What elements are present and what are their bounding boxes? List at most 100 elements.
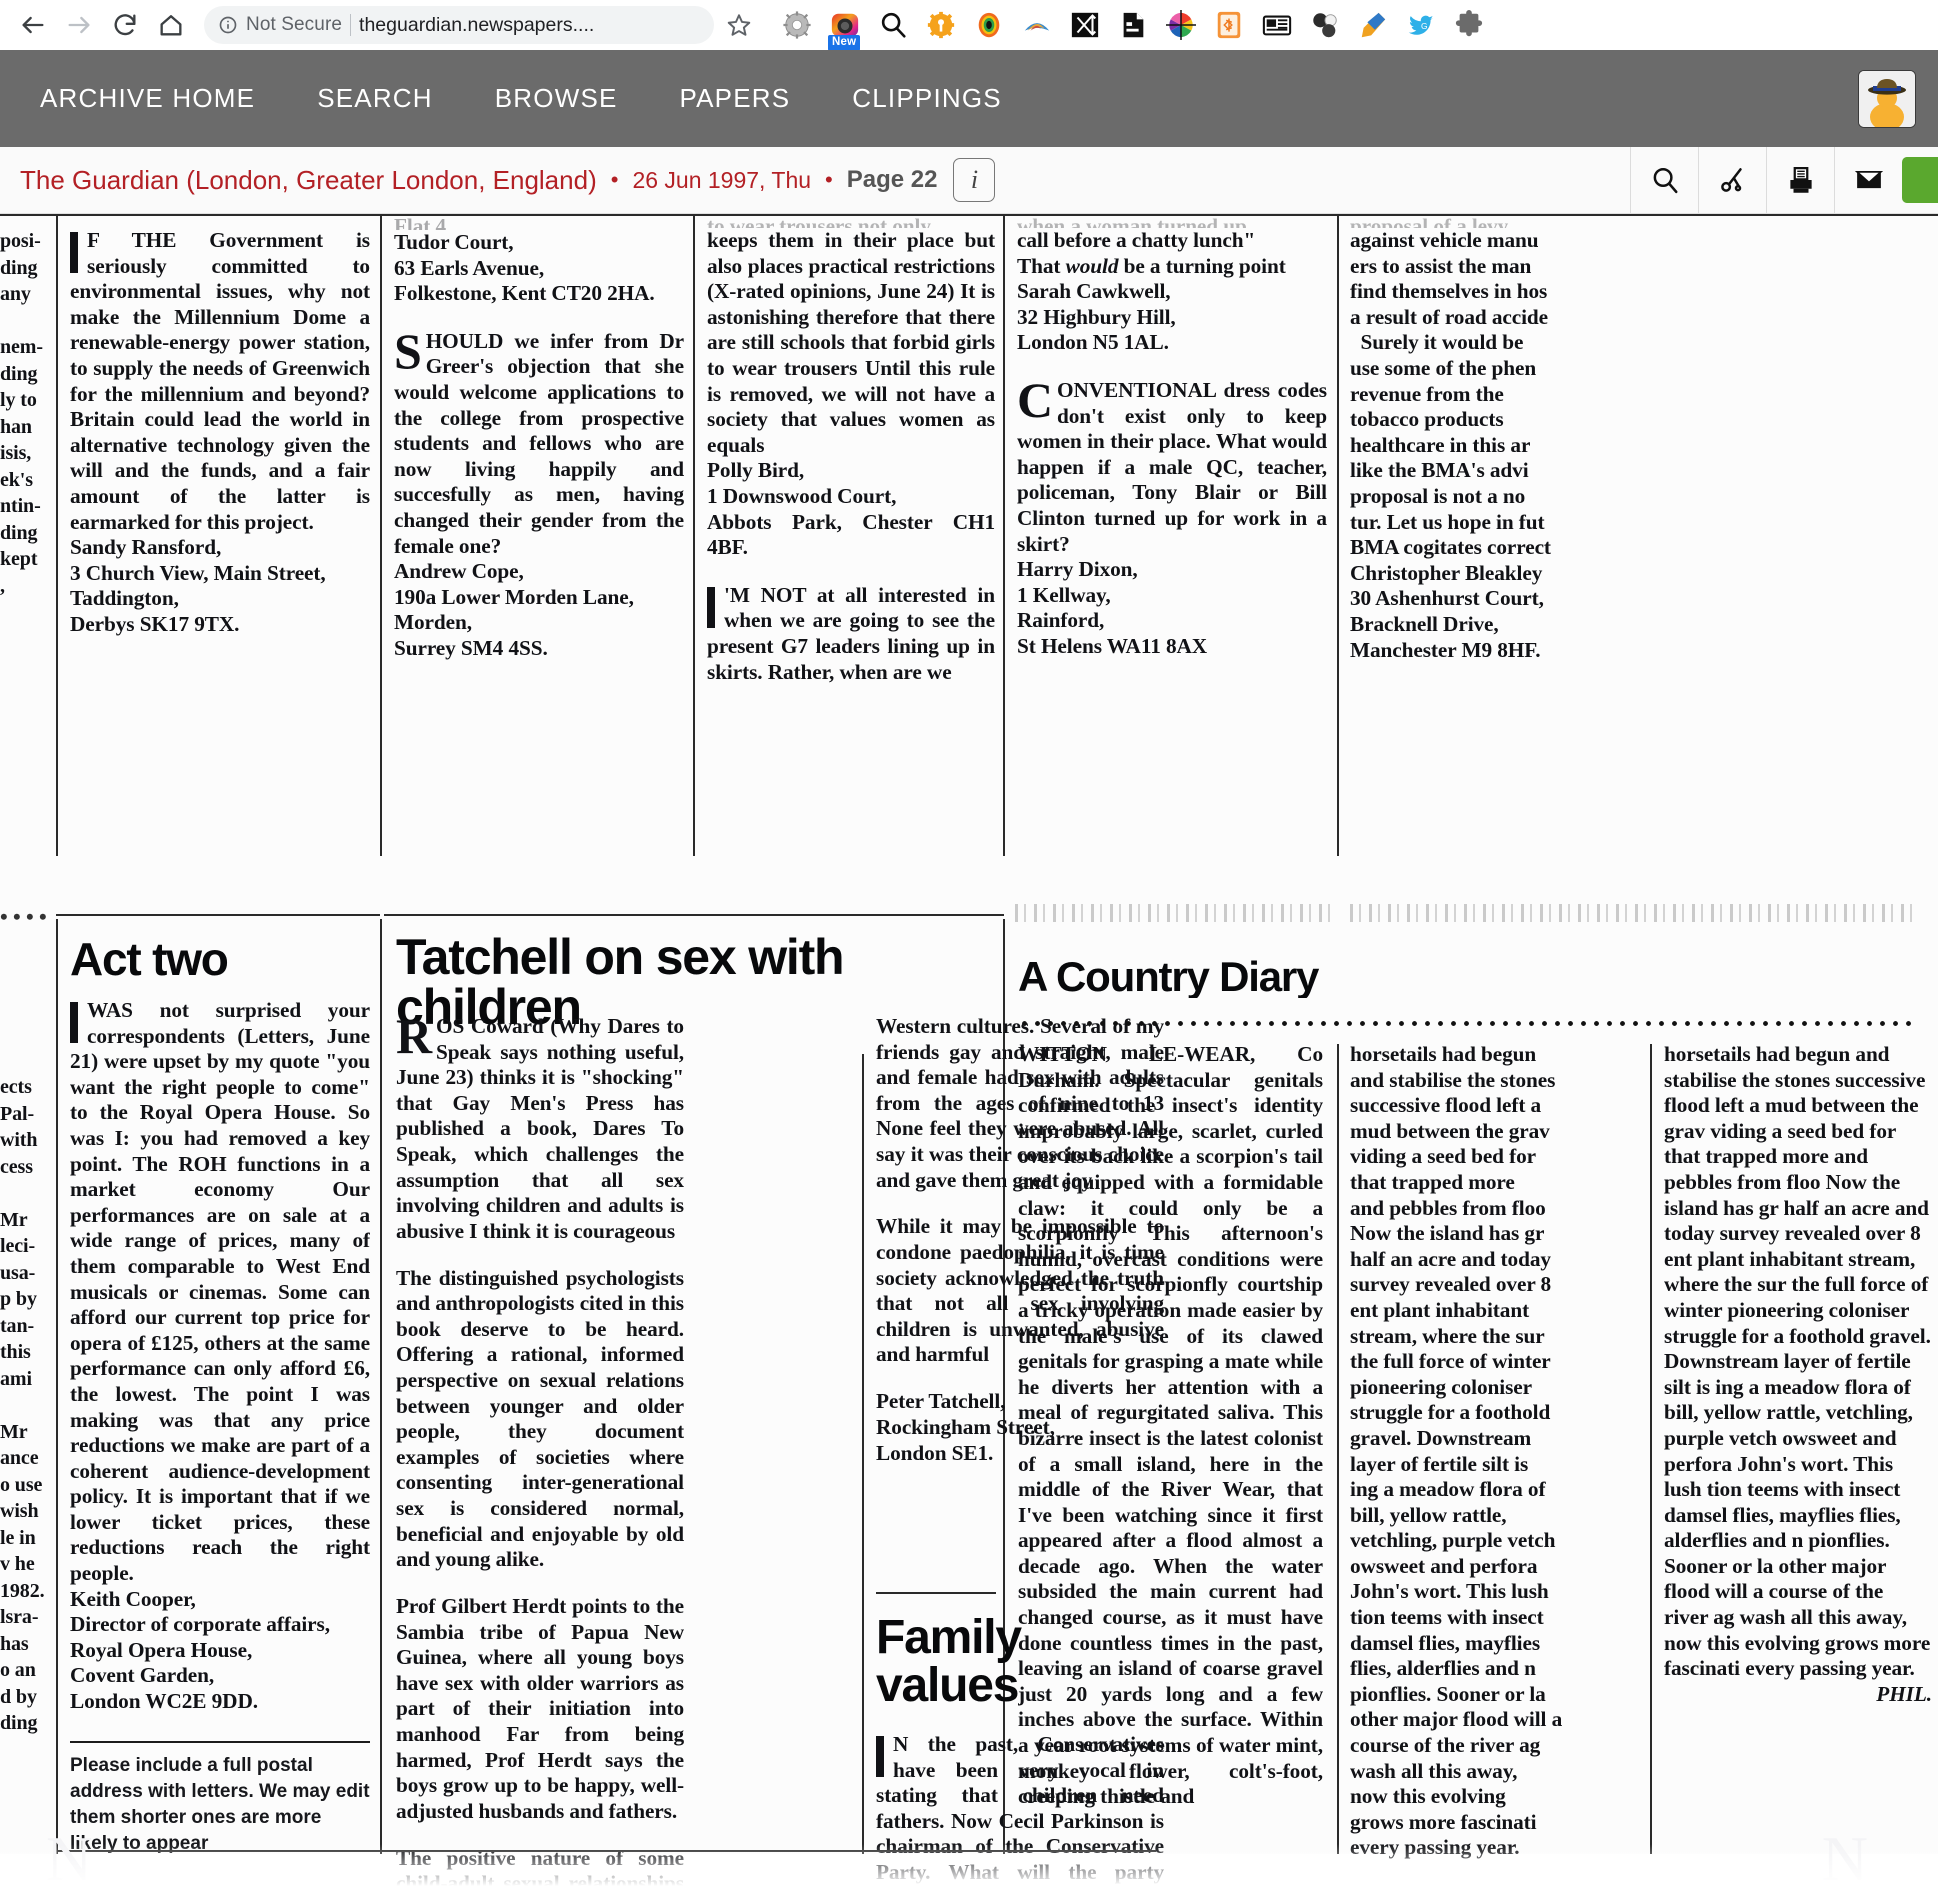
star-icon[interactable] xyxy=(722,8,756,42)
drop-bar xyxy=(707,586,715,628)
letter-body-6b: Surely it would be use some of the phen re… xyxy=(1350,330,1551,560)
color-wheel-extension-icon[interactable] xyxy=(1164,8,1198,42)
gear-extension-icon[interactable] xyxy=(780,8,814,42)
nav-item-browse[interactable]: BROWSE xyxy=(495,83,618,114)
url-text[interactable]: theguardian.newspapers.... xyxy=(359,14,700,37)
letter-signature-4: Sarah Cawkwell, xyxy=(1017,279,1171,304)
clipped-line: proposal of a levy xyxy=(1350,214,1509,228)
letter-address-2: 190a Lower Morden Lane, Morden, Surrey SM4… xyxy=(394,584,634,660)
letter-body-5: C ONVENTIONAL dress codes don't exist on… xyxy=(1017,371,1327,556)
nav-item-search[interactable]: SEARCH xyxy=(317,83,433,114)
paper-date[interactable]: 26 Jun 1997, Thu xyxy=(632,167,811,194)
paper-title[interactable]: The Guardian (London, Greater London, En… xyxy=(20,165,597,196)
scan-column-country-diary-right: horsetails had begun and stabilise the s… xyxy=(1664,1042,1932,1707)
letter-body-4-italic: That would be a turning point xyxy=(1017,253,1286,278)
scan-column-act-two: Act two WAS not surprised your correspon… xyxy=(70,936,370,1857)
camera-capture-extension-icon[interactable]: New xyxy=(828,8,862,51)
home-icon[interactable] xyxy=(148,2,194,48)
country-diary-body-mid: horsetails had begun and stabilise the st… xyxy=(1350,1042,1563,1859)
target-eye-extension-icon[interactable] xyxy=(972,8,1006,42)
green-action-button[interactable] xyxy=(1902,157,1938,203)
scan-column-country-diary-left: WITTON LE-WEAR, Co Durham. Spectacular g… xyxy=(1018,1042,1323,1810)
section-divider xyxy=(56,914,380,916)
country-diary-byline: PHIL. xyxy=(1876,1681,1932,1706)
puzzle-piece-extensions-icon[interactable] xyxy=(1452,8,1486,42)
svg-text:G: G xyxy=(1421,21,1428,31)
extension-new-badge: New xyxy=(828,35,861,51)
nav-item-papers[interactable]: PAPERS xyxy=(680,83,791,114)
boomerang-extension-icon[interactable] xyxy=(1020,8,1054,42)
letter-signature-6: Christopher Bleakley xyxy=(1350,560,1543,585)
clipped-line: to wear trousers not only xyxy=(707,214,931,228)
newspaper-page-image: posi-ding any nem-ding ly to han isis, ek's nt… xyxy=(0,214,1938,1904)
security-status-label: Not Secure xyxy=(246,14,343,35)
drop-bar xyxy=(876,1736,884,1777)
country-diary-body-right: horsetails had begun and stabilise the s… xyxy=(1664,1042,1931,1681)
print-icon[interactable] xyxy=(1766,147,1834,213)
nav-item-archive-home[interactable]: ARCHIVE HOME xyxy=(40,83,255,114)
letter-address-6: 30 Ashenhurst Court, Bracknell Drive, Manc… xyxy=(1350,586,1544,662)
drop-cap: S xyxy=(394,322,422,379)
not-secure-info-icon[interactable] xyxy=(218,15,238,35)
info-button[interactable]: i xyxy=(953,158,996,202)
nav-item-clippings[interactable]: CLIPPINGS xyxy=(852,83,1002,114)
section-divider xyxy=(876,1592,996,1594)
separator-dot-2: • xyxy=(825,167,833,192)
clipped-line: when a woman turned up xyxy=(1017,214,1247,228)
letter-address-tail: Tudor Court, 63 Earls Avenue, Folkestone, … xyxy=(394,230,655,306)
search-page-icon[interactable] xyxy=(1630,147,1698,213)
letter-signature-5: Harry Dixon, xyxy=(1017,557,1138,582)
forward-arrow-icon[interactable] xyxy=(56,2,102,48)
column-rule xyxy=(1650,1044,1652,1854)
column-rule xyxy=(862,1054,864,1854)
letter-signature-2: Andrew Cope, xyxy=(394,559,524,584)
scissors-clip-icon[interactable] xyxy=(1698,147,1766,213)
scan-column-1: F THE Government is seriously committed … xyxy=(70,228,370,638)
column-rule xyxy=(1337,1044,1339,1854)
document-extension-icon[interactable] xyxy=(1116,8,1150,42)
column-rule xyxy=(56,919,58,1854)
fragment-text-bottom: ects Pal-with cess Mr leci-usa-p by tan-this a… xyxy=(0,1076,45,1734)
separator-dot: • xyxy=(610,167,619,192)
email-icon[interactable] xyxy=(1834,147,1902,213)
orange-molecule-extension-icon[interactable] xyxy=(1212,8,1246,42)
address-bar[interactable]: Not Secure theguardian.newspapers.... xyxy=(204,6,714,44)
headline-block-country-diary: A Country Diary xyxy=(1018,956,1398,998)
reload-icon[interactable] xyxy=(102,2,148,48)
news-reader-extension-icon[interactable] xyxy=(1260,8,1294,42)
omnibox-divider xyxy=(350,14,352,36)
letter-body-6: against vehicle manu ers to assist the ma… xyxy=(1350,228,1549,329)
section-divider xyxy=(384,914,1004,916)
column-rule xyxy=(56,216,58,856)
letter-signature-3: Polly Bird, xyxy=(707,458,805,483)
drop-cap: R xyxy=(396,1014,433,1064)
country-diary-body-left: WITTON LE-WEAR, Co Durham. Spectacular g… xyxy=(1018,1042,1323,1809)
back-arrow-icon[interactable] xyxy=(10,2,56,48)
user-avatar[interactable] xyxy=(1858,69,1916,128)
headline-act-two[interactable]: Act two xyxy=(70,936,370,982)
download-arrow-extension-icon[interactable] xyxy=(1356,8,1390,42)
act-two-address: Director of corporate affairs, Royal Oper… xyxy=(70,1612,330,1714)
twitter-bird-extension-icon[interactable]: G xyxy=(1404,8,1438,42)
letter-body-3b: 'M NOT at all interested in when we are … xyxy=(707,582,995,684)
newspaper-scan-viewport[interactable]: posi-ding any nem-ding ly to han isis, ek's nt… xyxy=(0,214,1938,1904)
resize-ruler-extension-icon[interactable] xyxy=(1068,8,1102,42)
orange-gear-extension-icon[interactable] xyxy=(924,8,958,42)
headline-country-diary[interactable]: A Country Diary xyxy=(1018,956,1398,998)
tatchell-body-1: R OS Coward (Why Dares to Speak says not… xyxy=(396,1014,684,1243)
tatchell-body-3: Prof Gilbert Herdt points to the Sambia … xyxy=(396,1594,684,1823)
column-rule xyxy=(1003,216,1005,856)
scan-column-fragment-bottom: ects Pal-with cess Mr leci-usa-p by tan-this a… xyxy=(0,1074,52,1737)
scan-column-fragment: posi-ding any nem-ding ly to han isis, ek's nt… xyxy=(0,228,52,599)
molecule-extension-icon[interactable] xyxy=(1308,8,1342,42)
archive-site-nav: ARCHIVE HOME SEARCH BROWSE PAPERS CLIPPI… xyxy=(0,50,1938,147)
search-extension-icon[interactable] xyxy=(876,8,910,42)
act-two-signature: Keith Cooper, xyxy=(70,1586,196,1611)
column-rule xyxy=(380,216,382,856)
scan-bottom-fade xyxy=(0,1844,1938,1904)
tatchell-body-2: The distinguished psychologists and anth… xyxy=(396,1265,684,1572)
drop-bar xyxy=(70,232,78,273)
letter-address-5: 1 Kellway, Rainford, St Helens WA11 8AX xyxy=(1017,582,1208,658)
letters-policy-note: Please include a full postal address wit… xyxy=(70,1740,370,1857)
extensions-strip: New G xyxy=(780,8,1928,51)
